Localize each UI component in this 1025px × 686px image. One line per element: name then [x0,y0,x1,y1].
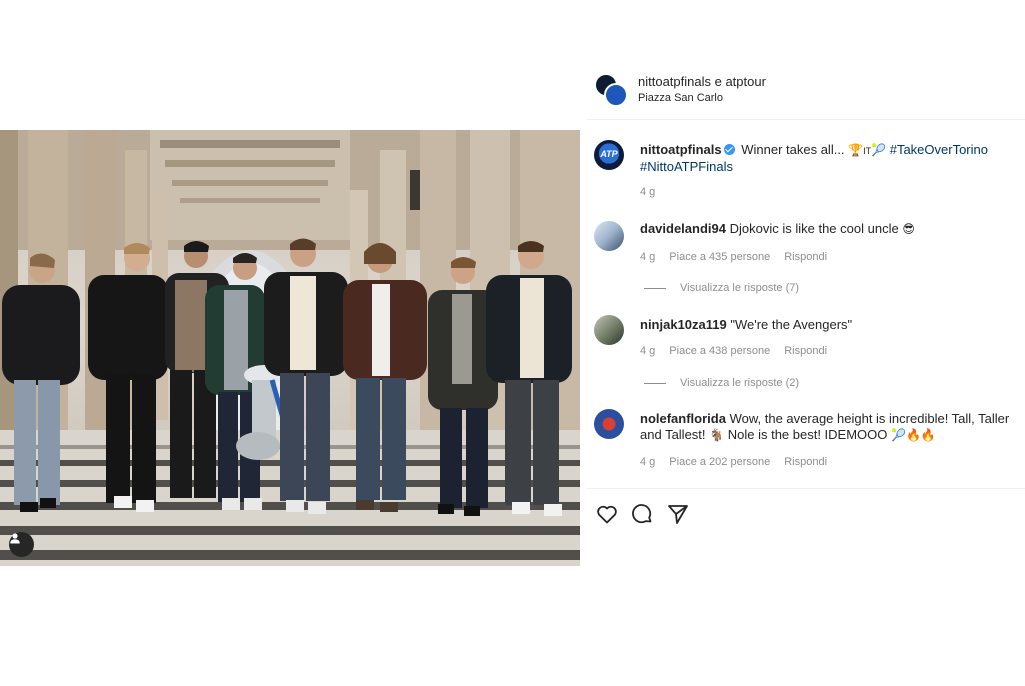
post-photo[interactable] [0,130,580,566]
post-side-panel: nittoatpfinals e atptour Piazza San Carl… [587,63,1025,543]
comment-username[interactable]: ninjak10za119 [640,317,727,332]
view-replies-button[interactable]: Visualizza le risposte (2) [644,377,799,389]
avatar [604,83,628,107]
post-actions-bar [587,488,1025,538]
reply-button[interactable]: Rispondi [784,345,827,357]
comment-meta: 4 g Piace a 435 persone Rispondi [640,251,841,263]
comment-text: nolefanflorida Wow, the average height i… [640,411,1020,443]
reply-button[interactable]: Rispondi [784,251,827,263]
comment-meta: 4 g Piace a 438 persone Rispondi [640,345,841,357]
view-replies-label: Visualizza le risposte (7) [680,282,800,294]
comment-body-2: Nole is the best! IDEMOOO [727,427,888,442]
caption-text: nittoatpfinals Winner takes all... 🏆IT🎾 … [640,142,1020,175]
comment-icon [632,504,652,524]
share-button[interactable] [666,502,690,526]
avatar[interactable]: ATP [594,140,624,170]
collab-avatars[interactable] [594,73,628,107]
comment-text: ninjak10za119 "We're the Avengers" [640,317,1020,333]
user-tag-icon [10,533,20,544]
comment-username[interactable]: davidelandi94 [640,221,726,236]
post-accounts[interactable]: nittoatpfinals e atptour [638,74,766,89]
likes-count[interactable]: Piace a 202 persone [669,456,770,468]
caption-racket: 🎾 [871,143,887,157]
post-location[interactable]: Piazza San Carlo [638,92,723,104]
avatar[interactable] [594,221,624,251]
heart-icon [597,505,617,524]
timestamp: 4 g [640,345,656,357]
caption-username[interactable]: nittoatpfinals [640,142,722,157]
comment-text: davidelandi94 Djokovic is like the cool … [640,221,1020,237]
caption-emoji: 🏆 [848,143,864,157]
hashtag-link[interactable]: #TakeOverTorino [890,142,988,157]
avatar[interactable] [594,315,624,345]
likes-count[interactable]: Piace a 438 persone [669,345,770,357]
comment-emoji: 🎾🔥🔥 [891,428,936,442]
comment-meta: 4 g Piace a 202 persone Rispondi [640,456,841,468]
avatar[interactable] [594,409,624,439]
caption-flag: IT [863,146,872,156]
likes-count[interactable]: Piace a 435 persone [669,251,770,263]
avatar-logo-text: ATP [600,149,618,159]
user-tag-button[interactable] [9,532,34,557]
like-button[interactable] [595,502,619,526]
timestamp: 4 g [640,456,656,468]
timestamp: 4 g [640,251,656,263]
comment-username[interactable]: nolefanflorida [640,411,726,426]
comment-emoji: 😎 [902,222,915,236]
photo-scene [0,130,580,566]
comment-emoji: 🐐 [709,428,725,442]
verified-badge-icon [723,144,735,155]
comment-body: Djokovic is like the cool uncle [729,221,899,236]
view-replies-label: Visualizza le risposte (2) [680,377,800,389]
post-header: nittoatpfinals e atptour Piazza San Carl… [587,63,1025,120]
replies-divider [644,287,666,289]
hashtag-link[interactable]: #NittoATPFinals [640,159,733,174]
caption-body: Winner takes all... [741,142,845,157]
reply-button[interactable]: Rispondi [784,456,827,468]
paper-plane-icon [668,505,688,524]
replies-divider [644,382,666,384]
timestamp: 4 g [640,186,656,198]
comment-button[interactable] [630,502,654,526]
view-replies-button[interactable]: Visualizza le risposte (7) [644,282,799,294]
comment-body: "We're the Avengers" [730,317,853,332]
caption-time: 4 g [640,186,669,198]
